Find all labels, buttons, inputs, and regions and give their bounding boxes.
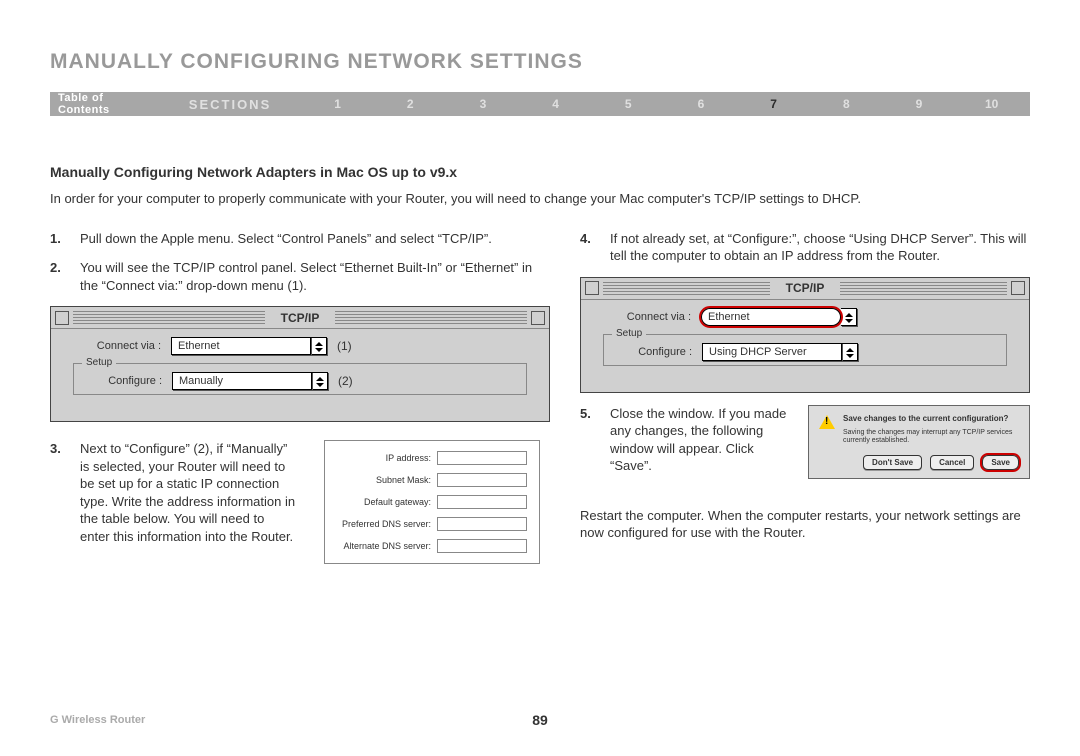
step-5-num: 5. bbox=[580, 405, 600, 475]
section-10[interactable]: 10 bbox=[955, 97, 1028, 111]
subnet-mask-field[interactable] bbox=[437, 473, 527, 487]
sections-label: SECTIONS bbox=[167, 97, 301, 112]
save-dialog-sub: Saving the changes may interrupt any TCP… bbox=[843, 429, 1019, 446]
connect-via-label-2: Connect via : bbox=[591, 311, 701, 323]
configure-label-1: Configure : bbox=[74, 375, 172, 387]
step-3: 3. Next to “Configure” (2), if “Manually… bbox=[50, 440, 296, 545]
section-9[interactable]: 9 bbox=[883, 97, 956, 111]
tcpip-title-2: TCP/IP bbox=[770, 281, 841, 295]
section-nav: Table of Contents SECTIONS 1 2 3 4 5 6 7… bbox=[50, 92, 1030, 116]
intro-text: In order for your computer to properly c… bbox=[50, 190, 1030, 208]
window-close-icon[interactable] bbox=[55, 311, 69, 325]
page-number: 89 bbox=[532, 712, 548, 728]
window-close-icon[interactable] bbox=[585, 281, 599, 295]
step-4-num: 4. bbox=[580, 230, 600, 265]
tcpip-title-1: TCP/IP bbox=[265, 311, 336, 325]
tcpip-window-1: TCP/IP Connect via : Ethernet (1) Setup bbox=[50, 306, 550, 422]
configure-select-2[interactable]: Using DHCP Server bbox=[702, 343, 842, 361]
restart-text: Restart the computer. When the computer … bbox=[580, 507, 1030, 542]
window-zoom-icon[interactable] bbox=[531, 311, 545, 325]
ip-address-field[interactable] bbox=[437, 451, 527, 465]
subheading: Manually Configuring Network Adapters in… bbox=[50, 164, 1030, 180]
step-2-num: 2. bbox=[50, 259, 70, 294]
step-4-text: If not already set, at “Configure:”, cho… bbox=[610, 230, 1030, 265]
callout-2: (2) bbox=[338, 374, 353, 388]
section-1[interactable]: 1 bbox=[301, 97, 374, 111]
section-5[interactable]: 5 bbox=[592, 97, 665, 111]
setup-legend-1: Setup bbox=[82, 357, 116, 368]
section-4[interactable]: 4 bbox=[519, 97, 592, 111]
preferred-dns-field[interactable] bbox=[437, 517, 527, 531]
preferred-dns-label: Preferred DNS server: bbox=[337, 519, 437, 529]
dropdown-caret-icon[interactable] bbox=[312, 372, 328, 390]
connect-via-label-1: Connect via : bbox=[61, 340, 171, 352]
dont-save-button[interactable]: Don't Save bbox=[863, 455, 922, 470]
dropdown-caret-icon[interactable] bbox=[841, 308, 857, 326]
dropdown-caret-icon[interactable] bbox=[311, 337, 327, 355]
step-2: 2. You will see the TCP/IP control panel… bbox=[50, 259, 540, 294]
alternate-dns-label: Alternate DNS server: bbox=[337, 541, 437, 551]
step-3-text: Next to “Configure” (2), if “Manually” i… bbox=[80, 440, 296, 545]
step-1-text: Pull down the Apple menu. Select “Contro… bbox=[80, 230, 540, 248]
step-3-num: 3. bbox=[50, 440, 70, 545]
section-7[interactable]: 7 bbox=[737, 97, 810, 111]
warning-icon bbox=[819, 414, 835, 430]
step-1-num: 1. bbox=[50, 230, 70, 248]
step-5: 5. Close the window. If you made any cha… bbox=[580, 405, 788, 475]
default-gateway-label: Default gateway: bbox=[337, 497, 437, 507]
window-zoom-icon[interactable] bbox=[1011, 281, 1025, 295]
subnet-mask-label: Subnet Mask: bbox=[337, 475, 437, 485]
ip-fields-table: IP address: Subnet Mask: Default gateway… bbox=[324, 440, 540, 564]
configure-label-2: Configure : bbox=[604, 346, 702, 358]
alternate-dns-field[interactable] bbox=[437, 539, 527, 553]
section-2[interactable]: 2 bbox=[374, 97, 447, 111]
connect-via-select-1[interactable]: Ethernet bbox=[171, 337, 311, 355]
configure-select-1[interactable]: Manually bbox=[172, 372, 312, 390]
step-4: 4. If not already set, at “Configure:”, … bbox=[580, 230, 1030, 265]
dropdown-caret-icon[interactable] bbox=[842, 343, 858, 361]
save-button[interactable]: Save bbox=[982, 455, 1019, 470]
step-5-text: Close the window. If you made any change… bbox=[610, 405, 788, 475]
callout-1: (1) bbox=[337, 339, 352, 353]
step-1: 1. Pull down the Apple menu. Select “Con… bbox=[50, 230, 540, 248]
setup-legend-2: Setup bbox=[612, 328, 646, 339]
default-gateway-field[interactable] bbox=[437, 495, 527, 509]
connect-via-select-2[interactable]: Ethernet bbox=[701, 308, 841, 326]
section-8[interactable]: 8 bbox=[810, 97, 883, 111]
save-dialog: Save changes to the current configuratio… bbox=[808, 405, 1030, 480]
ip-address-label: IP address: bbox=[337, 453, 437, 463]
save-dialog-heading: Save changes to the current configuratio… bbox=[843, 414, 1019, 423]
page-title: Manually Configuring Network Settings bbox=[50, 50, 1030, 74]
section-6[interactable]: 6 bbox=[665, 97, 738, 111]
section-3[interactable]: 3 bbox=[447, 97, 520, 111]
tcpip-window-2: TCP/IP Connect via : Ethernet Setup Co bbox=[580, 277, 1030, 393]
product-name: G Wireless Router bbox=[50, 714, 145, 726]
cancel-button[interactable]: Cancel bbox=[930, 455, 974, 470]
step-2-text: You will see the TCP/IP control panel. S… bbox=[80, 259, 540, 294]
toc-link[interactable]: Table of Contents bbox=[52, 92, 167, 116]
